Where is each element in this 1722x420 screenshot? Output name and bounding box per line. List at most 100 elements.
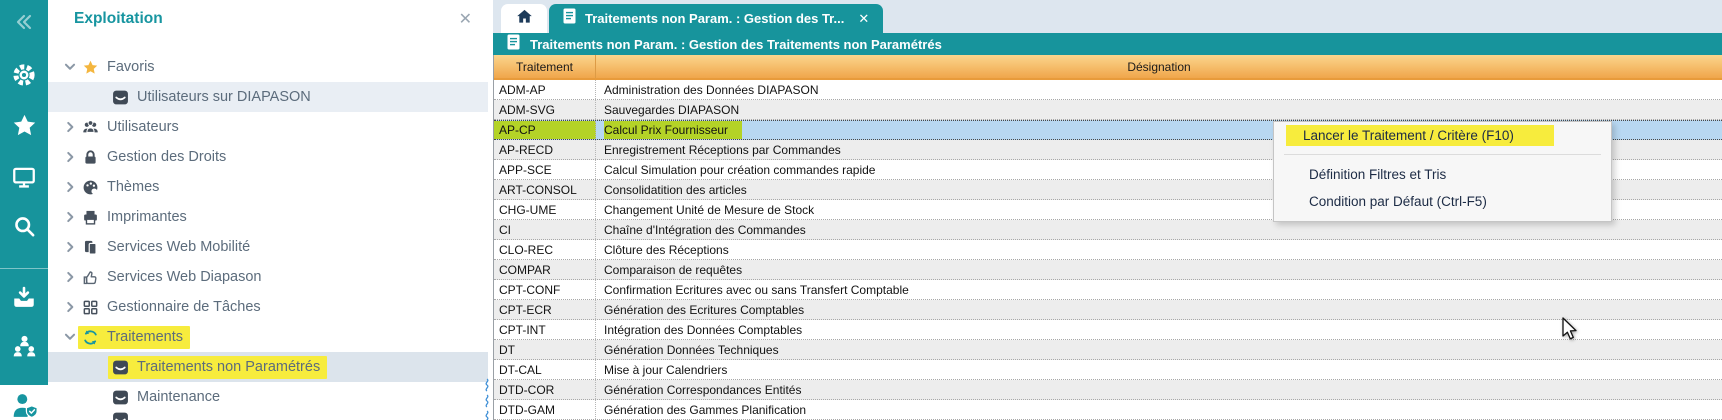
display-monitor-icon[interactable] xyxy=(0,164,48,190)
chevron-right-icon[interactable] xyxy=(63,210,77,224)
highlighted-designation: Calcul Prix Fournisseur xyxy=(604,121,742,139)
tree-item-utilisateurs-sur-diapason[interactable]: Utilisateurs sur DIAPASON xyxy=(48,82,488,112)
menu-item-label: Condition par Défaut (Ctrl-F5) xyxy=(1303,191,1493,212)
cell-designation[interactable]: Clôture des Réceptions xyxy=(596,240,1722,259)
tab-home[interactable] xyxy=(501,4,547,33)
column-header-traitement[interactable]: Traitement xyxy=(494,55,596,78)
tree-item-services-web-diapason[interactable]: Services Web Diapason xyxy=(48,262,488,292)
cell-designation[interactable]: Administration des Données DIAPASON xyxy=(596,80,1722,99)
table-row-adm-svg[interactable]: ADM-SVGSauvegardes DIAPASON xyxy=(494,100,1722,120)
tree-item-themes[interactable]: Thèmes xyxy=(48,172,488,202)
table-row-ci[interactable]: CIChaîne d'Intégration des Commandes xyxy=(494,220,1722,240)
chevron-down-icon[interactable] xyxy=(63,330,77,344)
tree-item-label: Maintenance xyxy=(137,389,220,405)
cell-traitement[interactable]: APP-SCE xyxy=(494,160,596,179)
tree-item-label: Services Web Diapason xyxy=(107,269,261,285)
window-title: Traitements non Param. : Gestion des Tra… xyxy=(530,37,942,52)
rail-lower-group xyxy=(0,268,48,385)
chevron-down-icon[interactable] xyxy=(63,60,77,74)
user-shield-icon[interactable] xyxy=(11,391,39,420)
grid-icon xyxy=(82,299,99,316)
table-row-dt-cal[interactable]: DT-CALMise à jour Calendriers xyxy=(494,360,1722,380)
cell-designation[interactable]: Confirmation Ecritures avec ou sans Tran… xyxy=(596,280,1722,299)
table-row-cpt-ecr[interactable]: CPT-ECRGénération des Ecritures Comptabl… xyxy=(494,300,1722,320)
panel-scroll-dots-icon[interactable] xyxy=(483,376,491,420)
tree-item-body: Gestion des Droits xyxy=(78,146,233,169)
tree-item-body: Imprimantes xyxy=(78,206,194,229)
cell-traitement[interactable]: CLO-REC xyxy=(494,240,596,259)
table-row-cpt-conf[interactable]: CPT-CONFConfirmation Ecritures avec ou s… xyxy=(494,280,1722,300)
table-row-adm-ap[interactable]: ADM-APAdministration des Données DIAPASO… xyxy=(494,80,1722,100)
cell-designation[interactable]: Chaîne d'Intégration des Commandes xyxy=(596,220,1722,239)
tree-item-services-web-mobilite[interactable]: Services Web Mobilité xyxy=(48,232,488,262)
tree-item-favoris[interactable]: Favoris xyxy=(48,52,488,82)
tree-item-traitements-non-parametres[interactable]: Traitements non Paramétrés xyxy=(48,352,488,382)
cell-designation[interactable]: Génération des Ecritures Comptables xyxy=(596,300,1722,319)
favorites-star-icon[interactable] xyxy=(0,112,48,139)
chevron-right-icon[interactable] xyxy=(63,300,77,314)
tree-item-label: Thèmes xyxy=(107,179,159,195)
tree-item-utilisateurs[interactable]: Utilisateurs xyxy=(48,112,488,142)
cell-designation[interactable]: Comparaison de requêtes xyxy=(596,260,1722,279)
cell-traitement[interactable]: ART-CONSOL xyxy=(494,180,596,199)
search-icon[interactable] xyxy=(0,214,48,239)
chevron-right-icon[interactable] xyxy=(63,270,77,284)
tree-item-label: Gestionnaire de Tâches xyxy=(107,299,261,315)
cell-traitement[interactable]: ADM-AP xyxy=(494,80,596,99)
cell-designation[interactable]: Génération Données Techniques xyxy=(596,340,1722,359)
tree-item-label: Gestion des Droits xyxy=(107,149,226,165)
menu-item-lancer-le-traitement-critere-f10[interactable]: Lancer le Traitement / Critère (F10) xyxy=(1274,122,1611,149)
users-icon xyxy=(82,119,99,136)
menu-item-label: Lancer le Traitement / Critère (F10) xyxy=(1286,125,1554,146)
palette-icon xyxy=(82,179,99,196)
window-title-bar: Traitements non Param. : Gestion des Tra… xyxy=(493,33,1722,55)
context-menu: Lancer le Traitement / Critère (F10) Défi… xyxy=(1273,121,1612,222)
tree-item-imprimantes[interactable]: Imprimantes xyxy=(48,202,488,232)
cell-traitement[interactable]: CHG-UME xyxy=(494,200,596,219)
tree-item-partial[interactable] xyxy=(48,404,488,420)
tree-item-body: Thèmes xyxy=(78,176,166,199)
cell-traitement[interactable]: AP-RECD xyxy=(494,140,596,159)
inbox-icon xyxy=(112,89,129,106)
table-row-clo-rec[interactable]: CLO-RECClôture des Réceptions xyxy=(494,240,1722,260)
cell-traitement[interactable]: ADM-SVG xyxy=(494,100,596,119)
tree-item-gestionnaire-de-taches[interactable]: Gestionnaire de Tâches xyxy=(48,292,488,322)
table-row-dtd-cor[interactable]: DTD-CORGénération Correspondances Entité… xyxy=(494,380,1722,400)
tree-item-gestion-des-droits[interactable]: Gestion des Droits xyxy=(48,142,488,172)
cell-designation[interactable]: Mise à jour Calendriers xyxy=(596,360,1722,379)
cell-designation[interactable]: Intégration des Données Comptables xyxy=(596,320,1722,339)
tree-item-traitements[interactable]: Traitements xyxy=(48,322,488,352)
chevron-right-icon[interactable] xyxy=(63,150,77,164)
settings-gear-icon[interactable] xyxy=(0,62,48,88)
cell-traitement[interactable]: CI xyxy=(494,220,596,239)
organization-users-icon[interactable] xyxy=(0,333,48,360)
cell-traitement[interactable]: CPT-ECR xyxy=(494,300,596,319)
tab-close-icon[interactable]: ✕ xyxy=(858,11,869,27)
inbox-download-icon[interactable] xyxy=(0,285,48,311)
column-header-designation[interactable]: Désignation xyxy=(596,55,1722,78)
table-row-dtd-gam[interactable]: DTD-GAMGénération des Gammes Planificati… xyxy=(494,400,1722,420)
menu-item-definition-filtres-et-tris[interactable]: Définition Filtres et Tris xyxy=(1274,161,1611,188)
cell-traitement[interactable]: CPT-CONF xyxy=(494,280,596,299)
inbox-icon xyxy=(112,359,129,376)
chevron-right-icon[interactable] xyxy=(63,180,77,194)
cell-designation[interactable]: Sauvegardes DIAPASON xyxy=(596,100,1722,119)
cell-traitement[interactable]: DT-CAL xyxy=(494,360,596,379)
chevron-right-icon[interactable] xyxy=(63,240,77,254)
collapse-panel-icon[interactable] xyxy=(0,12,48,32)
tab-traitements-non-param[interactable]: Traitements non Param. : Gestion des Tr.… xyxy=(549,4,883,33)
cell-traitement[interactable]: CPT-INT xyxy=(494,320,596,339)
cell-traitement[interactable]: COMPAR xyxy=(494,260,596,279)
table-row-compar[interactable]: COMPARComparaison de requêtes xyxy=(494,260,1722,280)
menu-item-condition-par-defaut-ctrl-f5[interactable]: Condition par Défaut (Ctrl-F5) xyxy=(1274,188,1611,215)
cell-traitement[interactable]: DT xyxy=(494,340,596,359)
tree-item-label: Services Web Mobilité xyxy=(107,239,250,255)
cell-traitement[interactable]: DTD-COR xyxy=(494,380,596,399)
table-row-dt[interactable]: DTGénération Données Techniques xyxy=(494,340,1722,360)
table-row-cpt-int[interactable]: CPT-INTIntégration des Données Comptable… xyxy=(494,320,1722,340)
cell-traitement[interactable]: AP-CP xyxy=(494,121,596,139)
cell-traitement[interactable]: DTD-GAM xyxy=(494,400,596,419)
chevron-right-icon[interactable] xyxy=(63,120,77,134)
cell-designation[interactable]: Génération Correspondances Entités xyxy=(596,380,1722,399)
cell-designation[interactable]: Génération des Gammes Planification xyxy=(596,400,1722,419)
